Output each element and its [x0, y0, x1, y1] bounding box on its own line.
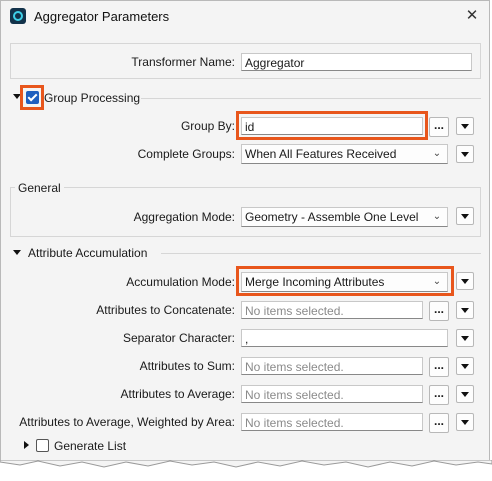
average-menu-button[interactable] [456, 385, 474, 403]
concatenate-field[interactable]: No items selected. [241, 301, 423, 319]
chevron-down-icon: ⌄ [432, 211, 442, 222]
complete-groups-label: Complete Groups: [137, 147, 235, 161]
general-title: General [15, 180, 64, 196]
group-processing-divider [141, 98, 481, 99]
close-button[interactable]: ✕ [461, 5, 483, 27]
separator-label: Separator Character: [122, 331, 235, 345]
dialog-window: Aggregator Parameters ✕ Transformer Name… [0, 0, 490, 462]
group-processing-title: Group Processing [44, 91, 141, 105]
weighted-average-label: Attributes to Average, Weighted by Area: [19, 415, 235, 429]
window-title: Aggregator Parameters [34, 9, 170, 24]
aggregation-mode-label: Aggregation Mode: [133, 210, 235, 224]
app-icon [10, 8, 26, 24]
accumulation-mode-highlight [236, 266, 454, 296]
transformer-name-label: Transformer Name: [131, 55, 235, 69]
transformer-name-field[interactable]: Aggregator [241, 53, 472, 71]
complete-groups-menu-button[interactable] [456, 145, 474, 163]
torn-edge-shape [0, 459, 492, 468]
attribute-accumulation-expand-icon[interactable] [13, 250, 21, 255]
complete-groups-select[interactable]: When All Features Received ⌄ [241, 144, 448, 164]
accumulation-mode-label: Accumulation Mode: [126, 275, 235, 289]
torn-edge [0, 459, 492, 478]
separator-field[interactable]: , [241, 329, 448, 347]
average-ellipsis-button[interactable]: ... [429, 385, 449, 405]
generate-list-label: Generate List [54, 439, 127, 453]
generate-list-checkbox[interactable] [36, 439, 49, 452]
aggregation-mode-select[interactable]: Geometry - Assemble One Level ⌄ [241, 207, 448, 227]
sum-label: Attributes to Sum: [139, 359, 235, 373]
accumulation-mode-menu-button[interactable] [456, 272, 474, 290]
separator-menu-button[interactable] [456, 329, 474, 347]
chevron-down-icon: ⌄ [432, 148, 442, 159]
aggregation-mode-value: Geometry - Assemble One Level [245, 210, 419, 224]
attribute-accumulation-title: Attribute Accumulation [28, 246, 148, 260]
concatenate-label: Attributes to Concatenate: [96, 303, 235, 317]
group-by-highlight [236, 111, 428, 140]
sum-ellipsis-button[interactable]: ... [429, 357, 449, 377]
generate-list-collapse-icon[interactable] [24, 441, 29, 449]
attribute-accumulation-divider [161, 253, 481, 254]
sum-field[interactable]: No items selected. [241, 357, 423, 375]
group-by-menu-button[interactable] [456, 117, 474, 135]
concatenate-menu-button[interactable] [456, 301, 474, 319]
weighted-average-field[interactable]: No items selected. [241, 413, 423, 431]
average-label: Attributes to Average: [120, 387, 235, 401]
title-bar[interactable]: Aggregator Parameters ✕ [1, 1, 489, 32]
close-icon: ✕ [465, 7, 479, 24]
group-by-label: Group By: [180, 119, 235, 133]
complete-groups-value: When All Features Received [245, 147, 397, 161]
average-field[interactable]: No items selected. [241, 385, 423, 403]
weighted-average-menu-button[interactable] [456, 413, 474, 431]
weighted-average-ellipsis-button[interactable]: ... [429, 413, 449, 433]
sum-menu-button[interactable] [456, 357, 474, 375]
aggregation-mode-menu-button[interactable] [456, 207, 474, 225]
group-by-ellipsis-button[interactable]: ... [429, 117, 449, 137]
concatenate-ellipsis-button[interactable]: ... [429, 301, 449, 321]
